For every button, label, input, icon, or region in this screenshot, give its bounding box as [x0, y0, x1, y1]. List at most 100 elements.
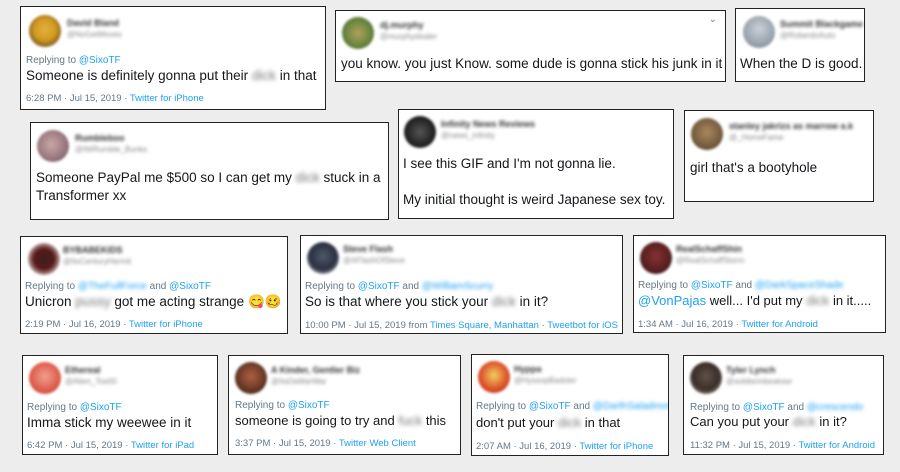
timestamp[interactable]: 11:32 PM · Jul 15, 2019 · [690, 440, 796, 451]
tweet-text-part: in that [584, 415, 621, 430]
replying-to: Replying to @SixoTF [26, 55, 121, 66]
source-link[interactable]: Twitter for Android [741, 319, 818, 330]
tweet-card[interactable]: David Bland @NoGetMoves Replying to @Six… [20, 6, 326, 110]
avatar[interactable] [690, 362, 722, 394]
source-link[interactable]: Twitter for Android [798, 440, 875, 451]
tweet-text-part: don't put your [476, 415, 555, 430]
avatar[interactable] [404, 116, 436, 148]
user-handle[interactable]: @AFlashOfSteve [343, 256, 405, 265]
user-handle[interactable]: @IWRumble_Bunks [75, 145, 147, 154]
reply-mention-link[interactable]: @SixoTF [743, 402, 785, 413]
reply-mention-link[interactable]: @SixoTF [529, 401, 571, 412]
display-name[interactable]: Tyler Lynch [726, 365, 776, 375]
avatar[interactable] [640, 242, 672, 274]
user-handle[interactable]: @HyssopBadster [514, 376, 576, 385]
location-link[interactable]: Times Square, Manhattan [430, 320, 539, 331]
display-name[interactable]: stanley jakrizs as marrow a.k [729, 121, 853, 131]
avatar[interactable] [307, 242, 339, 274]
timestamp[interactable]: 1:34 AM · Jul 16, 2019 · [638, 319, 739, 330]
user-handle[interactable]: @Alien_Tos00 [65, 377, 117, 386]
timestamp[interactable]: 6:28 PM · Jul 15, 2019 · [26, 93, 127, 104]
mention-link[interactable]: @VonPajas [638, 293, 706, 308]
reply-mention-link[interactable]: @DarthSaladmon [593, 401, 668, 412]
display-name[interactable]: RealSchaffShin [676, 244, 742, 254]
tweet-card[interactable]: stanley jakrizs as marrow a.k @_HomeFame… [684, 110, 874, 202]
censored-word: fuck [398, 413, 423, 428]
tweet-card[interactable]: Summit Blackgame @RoberdoAuto When the D… [735, 8, 865, 82]
source-link[interactable]: Twitter for iPhone [129, 319, 203, 330]
reply-and: and [573, 401, 591, 412]
display-name[interactable]: Summit Blackgame [780, 19, 863, 29]
timestamp[interactable]: 3:37 PM · Jul 15, 2019 · [235, 438, 336, 449]
tweet-text: @VonPajas well... I'd put my dick in it.… [638, 292, 871, 310]
display-name[interactable]: Infinity News Reviews [441, 119, 535, 129]
censored-word: dick [251, 68, 276, 83]
avatar[interactable] [342, 17, 374, 49]
avatar[interactable] [29, 15, 61, 47]
user-handle[interactable]: @murphydealer [380, 32, 437, 41]
display-name[interactable]: Hyppa [514, 364, 542, 374]
display-name[interactable]: A Kinder, Gentler Biz [271, 365, 360, 375]
tweet-card[interactable]: Steve Flash @AFlashOfSteve Replying to @… [300, 235, 623, 334]
tweet-card[interactable]: Tyler Lynch @soldierinbeatowr Replying t… [683, 355, 884, 455]
tweet-card[interactable]: Ethereal @Alien_Tos00 Replying to @SixoT… [22, 355, 218, 455]
reply-mention-link[interactable]: @SixoTF [358, 281, 400, 292]
reply-mention-link[interactable]: @crescendo [807, 402, 863, 413]
avatar[interactable] [691, 118, 723, 150]
tweet-card[interactable]: BYBABEKIDS @ItsCenturyHermit Replying to… [20, 236, 288, 334]
tweet-text-part: Someone PayPal me $500 so I can get my [36, 170, 292, 185]
tweet-text-part: stuck in a [323, 170, 381, 185]
reply-mention-link[interactable]: @SixoTF [79, 55, 121, 66]
reply-mention-link[interactable]: @SixoTF [169, 281, 211, 292]
tweet-card[interactable]: dj.murphy @murphydealer ⌄ you know. you … [335, 10, 726, 82]
display-name[interactable]: dj.murphy [380, 20, 424, 30]
reply-mention-link[interactable]: @TheFullForce [78, 281, 147, 292]
source-link[interactable]: Twitter Web Client [339, 438, 416, 449]
reply-mention-link[interactable]: @SixoTF [80, 402, 122, 413]
tweet-card[interactable]: Hyppa @HyssopBadster Replying to @SixoTF… [471, 354, 669, 456]
user-handle[interactable]: @NoGetMoves [67, 30, 122, 39]
user-handle[interactable]: @RealSchaffStorm [676, 256, 744, 265]
replying-label: Replying to [476, 401, 527, 412]
tweet-text-part: well... I'd put my [709, 293, 803, 308]
reply-mention-link[interactable]: @SixoTF [288, 400, 330, 411]
replying-to: Replying to @TheFullForce and @SixoTF [25, 281, 211, 292]
avatar[interactable] [235, 362, 267, 394]
display-name[interactable]: David Bland [67, 18, 119, 28]
chevron-down-icon[interactable]: ⌄ [709, 14, 717, 25]
reply-mention-link[interactable]: @SixoTF [691, 280, 733, 291]
avatar[interactable] [37, 130, 69, 162]
user-handle[interactable]: @ItsCenturyHermit [63, 257, 131, 266]
avatar[interactable] [29, 362, 61, 394]
avatar[interactable] [478, 361, 510, 393]
source-link[interactable]: Twitter for iPhone [130, 93, 204, 104]
timestamp[interactable]: 2:19 PM · Jul 16, 2019 · [25, 319, 126, 330]
display-name[interactable]: Ethereal [65, 365, 101, 375]
timestamp[interactable]: 6:42 PM · Jul 15, 2019 · [27, 440, 128, 451]
user-handle[interactable]: @_HomeFame [729, 133, 783, 142]
source-link[interactable]: Twitter for iPad [131, 440, 194, 451]
tweet-card[interactable]: Rumbleboo @IWRumble_Bunks Someone PayPal… [30, 122, 389, 220]
user-handle[interactable]: @ItsDaWarWar [271, 377, 327, 386]
tweet-card[interactable]: Infinity News Reviews @news_infinity I s… [398, 109, 674, 219]
tweet-card[interactable]: A Kinder, Gentler Biz @ItsDaWarWar Reply… [228, 355, 461, 455]
tweet-card[interactable]: RealSchaffShin @RealSchaffStorm Replying… [633, 235, 886, 333]
replying-to: Replying to @SixoTF and @DarthSaladmon [476, 401, 668, 412]
source-link[interactable]: Tweetbot for iOS [547, 320, 618, 331]
reply-mention-link[interactable]: @WilliamScurry [422, 281, 493, 292]
display-name[interactable]: Rumbleboo [75, 133, 125, 143]
user-handle[interactable]: @news_infinity [441, 131, 495, 140]
display-name[interactable]: Steve Flash [343, 244, 393, 254]
tweet-meta: 2:19 PM · Jul 16, 2019 · Twitter for iPh… [25, 319, 203, 330]
timestamp[interactable]: 10:00 PM · Jul 15, 2019 from [305, 320, 428, 331]
user-handle[interactable]: @soldierinbeatowr [726, 377, 792, 386]
reply-mention-link[interactable]: @DarkSpaceShade [755, 280, 844, 291]
avatar[interactable] [28, 243, 60, 275]
user-handle[interactable]: @RoberdoAuto [780, 31, 835, 40]
avatar[interactable] [743, 16, 775, 48]
display-name[interactable]: BYBABEKIDS [63, 245, 123, 255]
timestamp[interactable]: 2:07 AM · Jul 16, 2019 · [476, 441, 577, 452]
source-link[interactable]: Twitter for iPhone [579, 441, 653, 452]
tweet-text: I see this GIF and I'm not gonna lie. My… [403, 155, 665, 209]
tweet-text: So is that where you stick your dick in … [305, 293, 548, 311]
